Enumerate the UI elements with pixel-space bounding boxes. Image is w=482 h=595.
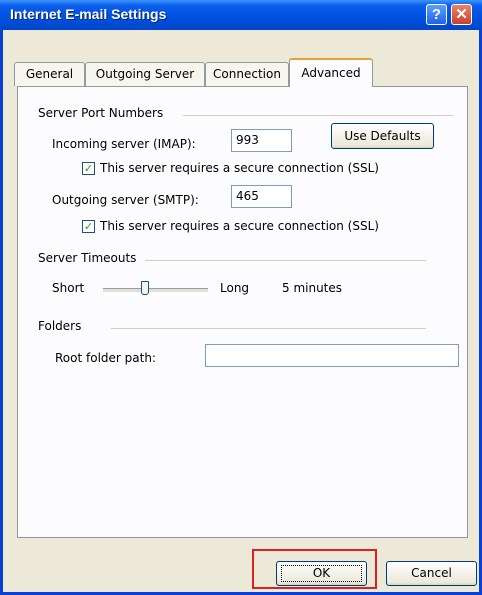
- highlight-box: [252, 549, 377, 589]
- close-icon: ✕: [455, 6, 468, 23]
- close-button[interactable]: ✕: [451, 4, 472, 25]
- cancel-button[interactable]: Cancel: [386, 561, 477, 586]
- outgoing-server-label: Outgoing server (SMTP):: [52, 193, 199, 207]
- incoming-ssl-label: This server requires a secure connection…: [100, 161, 379, 175]
- timeout-short-label: Short: [52, 281, 85, 295]
- timeout-slider-track[interactable]: [103, 288, 208, 293]
- outgoing-ssl-label: This server requires a secure connection…: [100, 219, 379, 233]
- server-timeouts-group-label: Server Timeouts: [38, 251, 137, 265]
- title-bar[interactable]: Internet E-mail Settings ? ✕: [0, 0, 482, 30]
- use-defaults-button[interactable]: Use Defaults: [331, 123, 434, 149]
- group-divider: [111, 328, 426, 329]
- timeout-slider-thumb[interactable]: [141, 281, 149, 295]
- advanced-panel: Server Port Numbers Incoming server (IMA…: [17, 86, 468, 538]
- incoming-port-field[interactable]: 993: [231, 129, 292, 152]
- tab-outgoing-server[interactable]: Outgoing Server: [85, 62, 205, 86]
- outgoing-ssl-checkbox[interactable]: ✓: [82, 220, 95, 233]
- folders-group-label: Folders: [38, 319, 82, 333]
- incoming-server-label: Incoming server (IMAP):: [52, 137, 196, 151]
- help-button[interactable]: ?: [426, 4, 447, 25]
- dialog-window: Internet E-mail Settings ? ✕ General Out…: [0, 0, 482, 595]
- group-divider: [183, 115, 453, 116]
- timeout-long-label: Long: [220, 281, 250, 295]
- outgoing-port-field[interactable]: 465: [231, 185, 292, 208]
- tab-advanced[interactable]: Advanced: [289, 58, 373, 87]
- tab-general[interactable]: General: [14, 62, 85, 86]
- tab-connection[interactable]: Connection: [205, 62, 289, 86]
- help-icon: ?: [431, 6, 442, 23]
- group-divider: [145, 260, 426, 261]
- window-title: Internet E-mail Settings: [10, 6, 167, 22]
- incoming-ssl-checkbox[interactable]: ✓: [82, 162, 95, 175]
- root-folder-label: Root folder path:: [55, 351, 156, 365]
- timeout-value: 5 minutes: [282, 281, 343, 295]
- root-folder-field[interactable]: [205, 344, 459, 367]
- server-port-group-label: Server Port Numbers: [38, 106, 164, 120]
